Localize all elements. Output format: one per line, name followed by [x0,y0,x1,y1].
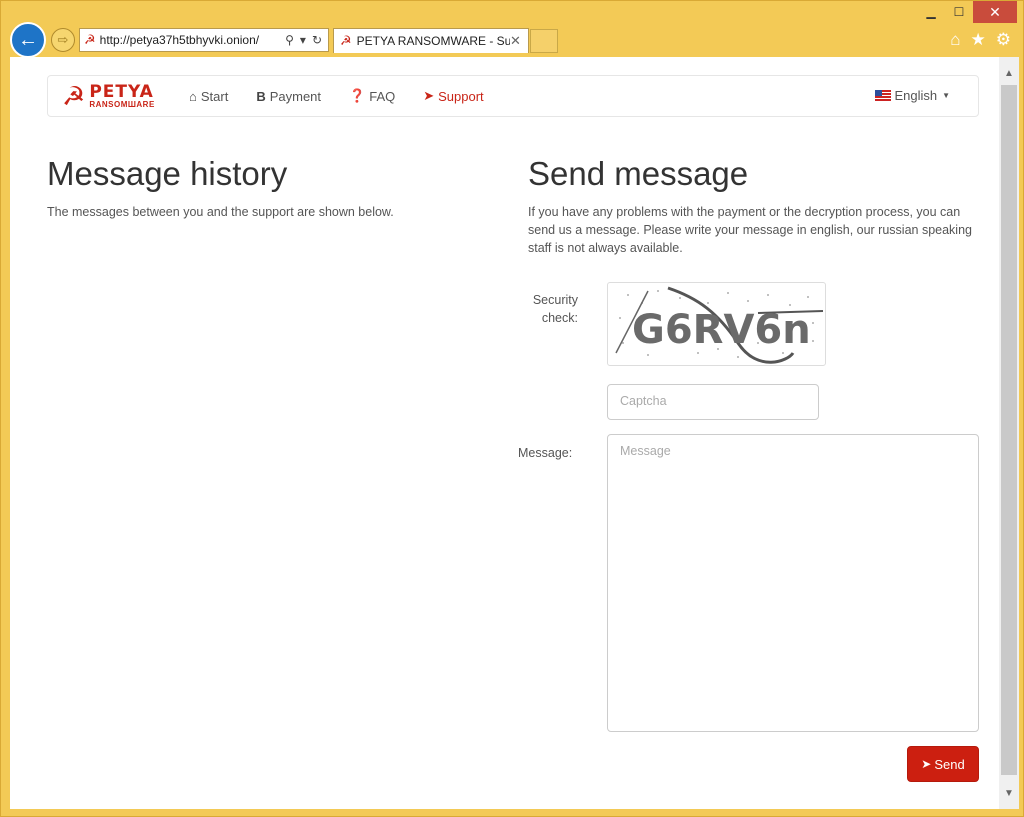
paper-plane-icon: ➤ [423,88,435,103]
address-bar[interactable]: ☭ http://petya37h5tbhyvki.onion/ ⚲ ▾ ↻ [79,28,329,52]
home-icon: ⌂ [189,88,197,104]
language-label: English [894,88,938,103]
refresh-icon[interactable]: ↻ [312,33,322,47]
scrollbar-thumb[interactable] [1001,85,1017,775]
captcha-image: G6RV6n [607,282,826,366]
tab-title: PETYA RANSOMWARE - Su... [356,34,510,48]
message-label: Message: [518,446,573,460]
browser-window: ▁ ☐ ✕ ← ⇨ ☭ http://petya37h5tbhyvki.onio… [0,0,1024,817]
site-navbar: ☭ PETYA RANSOMШARE ⌂ Start B Payment ❓ F… [47,75,979,117]
message-history-section: Message history The messages between you… [47,155,487,221]
scroll-down-icon[interactable]: ▼ [999,783,1019,803]
captcha-placeholder: Captcha [620,394,667,408]
home-icon[interactable]: ⌂ [950,30,960,50]
forward-button[interactable]: ⇨ [51,28,75,52]
brand-word-ransomware: RANSOMШARE [89,99,155,109]
arrow-right-icon: ⇨ [57,32,69,47]
hammer-sickle-icon: ☭ [340,33,352,48]
brand-word-petya: PETYA [89,81,154,102]
language-dropdown[interactable]: English ▼ [875,88,950,103]
nav-start[interactable]: ⌂ Start [189,89,228,104]
us-flag-icon [875,90,892,101]
new-tab-button[interactable] [530,29,558,53]
maximize-button[interactable]: ☐ [945,1,973,23]
message-textarea[interactable]: Message [607,434,979,732]
window-controls: ▁ ☐ ✕ [917,1,1017,23]
star-icon[interactable]: ★ [971,30,986,50]
address-url[interactable]: http://petya37h5tbhyvki.onion/ [100,33,285,47]
brand-logo[interactable]: ☭ PETYA RANSOMШARE [62,83,170,109]
dropdown-icon[interactable]: ▾ [300,33,306,47]
nav-support-label: Support [438,88,484,104]
send-button[interactable]: ➤ Send [907,746,979,782]
vertical-scrollbar[interactable]: ▲ ▼ [999,57,1019,809]
nav-faq-label: FAQ [369,88,396,104]
question-circle-icon: ❓ [349,88,366,103]
captcha-text: G6RV6n [632,307,811,353]
gear-icon[interactable]: ⚙ [996,30,1011,50]
caret-down-icon: ▼ [942,91,950,100]
back-button[interactable]: ← [10,22,46,58]
security-label-line2: check: [541,311,578,325]
nav-payment[interactable]: B Payment [256,89,321,104]
hammer-sickle-icon: ☭ [62,81,86,111]
security-label-line1: Security [532,293,578,307]
send-heading: Send message [528,155,749,192]
captcha-input[interactable]: Captcha [607,384,819,420]
minimize-button[interactable]: ▁ [917,1,945,23]
paper-plane-icon: ➤ [921,757,932,771]
close-window-button[interactable]: ✕ [973,1,1017,23]
hammer-sickle-icon: ☭ [84,32,96,47]
send-button-label: Send [934,756,965,772]
nav-payment-label: Payment [269,88,322,104]
page-viewport: ☭ PETYA RANSOMШARE ⌂ Start B Payment ❓ F… [10,57,999,809]
security-check-label: Security check: [518,291,578,327]
nav-support[interactable]: ➤ Support [423,88,483,104]
history-description: The messages between you and the support… [47,205,394,219]
arrow-left-icon: ← [18,28,38,51]
browser-tools: ⌂ ★ ⚙ [950,30,1011,50]
message-placeholder: Message [620,444,671,458]
nav-faq[interactable]: ❓ FAQ [349,88,395,104]
scroll-up-icon[interactable]: ▲ [999,63,1019,83]
send-description: If you have any problems with the paymen… [528,205,972,255]
nav-start-label: Start [200,88,229,104]
search-icon[interactable]: ⚲ [285,33,294,47]
bitcoin-icon: B [256,88,266,104]
send-message-section: Send message If you have any problems wi… [528,155,980,257]
browser-tab[interactable]: ☭ PETYA RANSOMWARE - Su... ✕ [333,28,529,53]
close-tab-icon[interactable]: ✕ [510,33,528,49]
history-heading: Message history [47,155,288,192]
